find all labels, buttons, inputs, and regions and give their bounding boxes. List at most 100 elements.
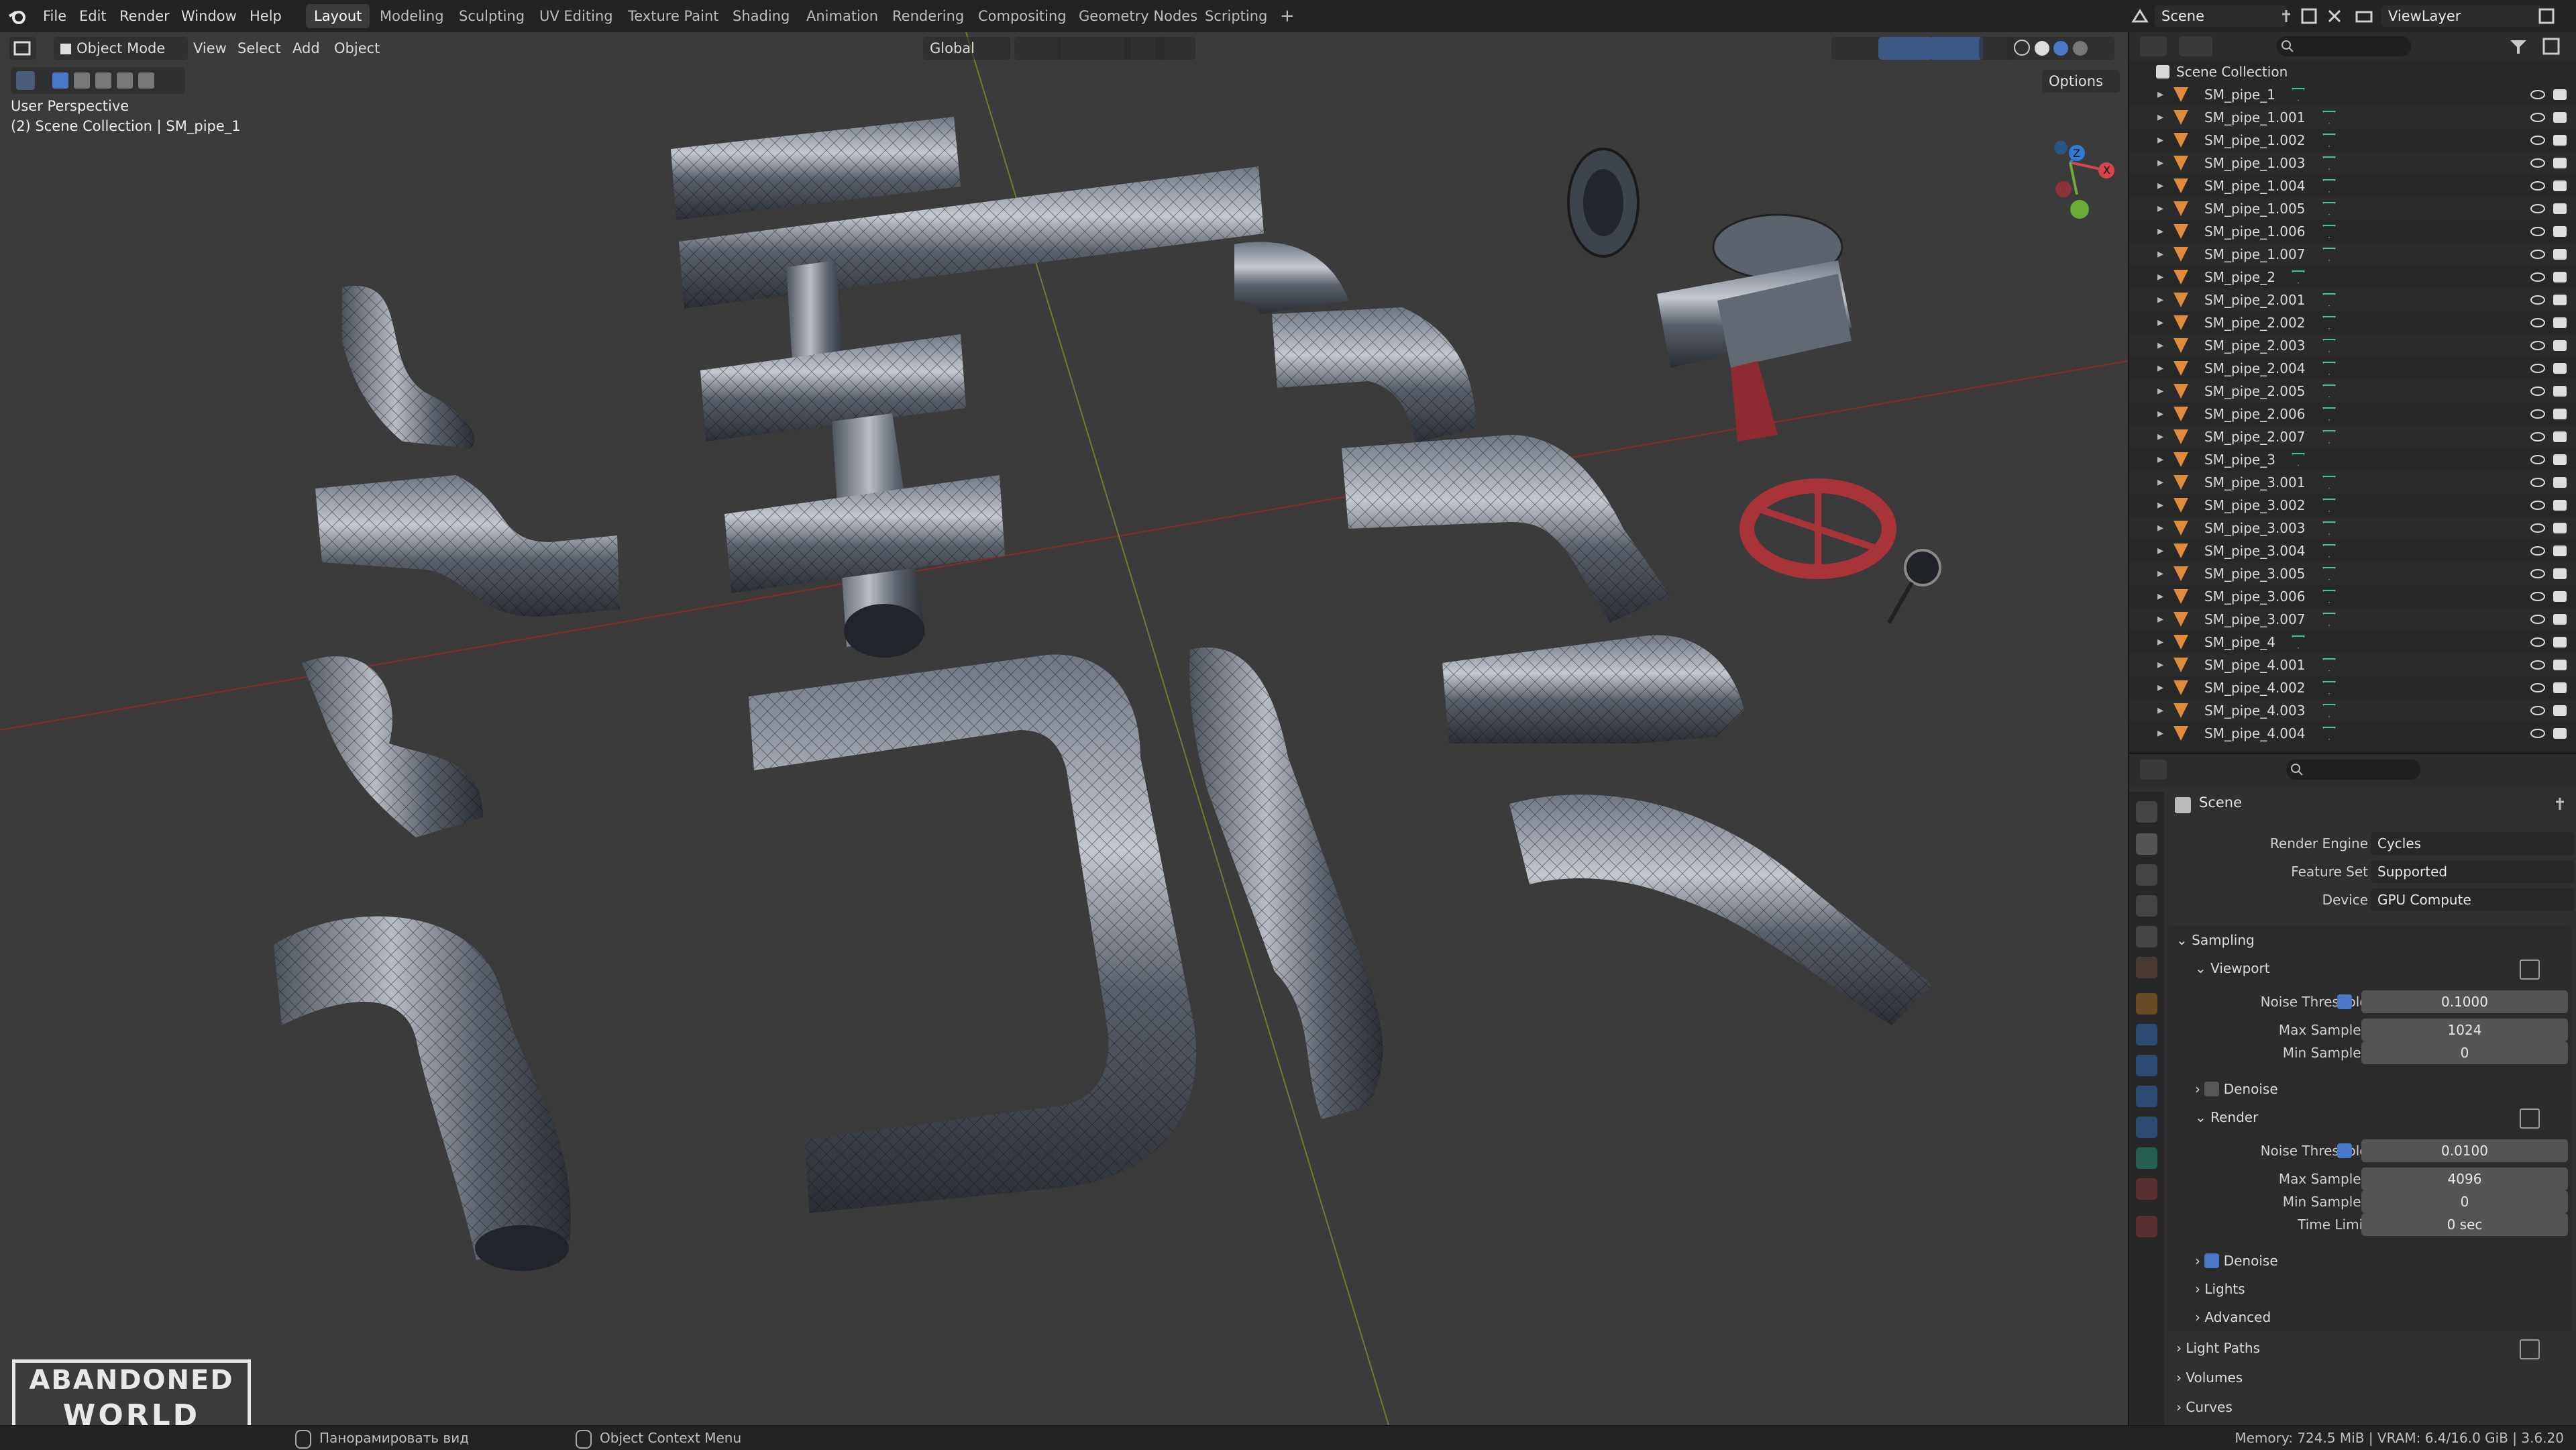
expand-arrow-icon[interactable]: ▸: [2157, 311, 2163, 334]
camera-render-icon[interactable]: [2553, 454, 2567, 465]
camera-render-icon[interactable]: [2553, 112, 2567, 123]
render-time-limit-field[interactable]: 0 sec: [2361, 1213, 2568, 1236]
menu-render[interactable]: Render: [114, 5, 175, 27]
visibility-icon[interactable]: [1831, 37, 1885, 60]
eye-icon[interactable]: [2530, 204, 2545, 213]
expand-arrow-icon[interactable]: ▸: [2157, 83, 2163, 106]
scene-icon[interactable]: [2131, 7, 2149, 25]
outliner-object-row[interactable]: ▸ SM_pipe_4.004: [2129, 722, 2576, 745]
feature-set-dropdown[interactable]: Supported: [2371, 860, 2575, 883]
mesh-data-icon[interactable]: [2292, 88, 2305, 101]
tool-tab-icon[interactable]: [2136, 801, 2157, 823]
render-presets-icon[interactable]: [2520, 1108, 2540, 1129]
display-mode-icon[interactable]: [2179, 36, 2212, 56]
material-tab-icon[interactable]: [2136, 1178, 2157, 1200]
snap-icon[interactable]: [1057, 37, 1131, 60]
eye-icon[interactable]: [2530, 409, 2545, 419]
expand-arrow-icon[interactable]: ▸: [2157, 152, 2163, 174]
pipe-s-bend-2[interactable]: [315, 475, 620, 617]
pin-icon[interactable]: [2278, 8, 2294, 24]
expand-arrow-icon[interactable]: ▸: [2157, 608, 2163, 631]
camera-render-icon[interactable]: [2553, 523, 2567, 533]
mesh-data-icon[interactable]: [2322, 407, 2336, 421]
menu-window[interactable]: Window: [176, 5, 242, 27]
outliner-object-row[interactable]: ▸ SM_pipe_1.006: [2129, 220, 2576, 243]
expand-arrow-icon[interactable]: ▸: [2157, 722, 2163, 745]
wireframe-shading-icon[interactable]: [2014, 40, 2030, 56]
view-layer-selector[interactable]: ViewLayer: [2381, 5, 2542, 27]
eye-icon[interactable]: [2530, 90, 2545, 99]
expand-arrow-icon[interactable]: ▸: [2157, 631, 2163, 654]
eye-icon[interactable]: [2530, 250, 2545, 259]
camera-render-icon[interactable]: [2553, 89, 2567, 100]
viewport-subpanel-header[interactable]: ⌄ Viewport: [2195, 955, 2270, 981]
mesh-data-icon[interactable]: [2322, 521, 2336, 535]
mesh-data-icon[interactable]: [2322, 384, 2336, 398]
mesh-data-icon[interactable]: [2322, 362, 2336, 375]
properties-editor[interactable]: Scene Render Engine Cycles Feature Set S…: [2128, 753, 2576, 1427]
physics-tab-icon[interactable]: [2136, 1086, 2157, 1107]
expand-arrow-icon[interactable]: ▸: [2157, 425, 2163, 448]
camera-render-icon[interactable]: [2553, 409, 2567, 419]
eye-icon[interactable]: [2530, 706, 2545, 715]
rendered-shading-icon[interactable]: [2073, 41, 2088, 56]
new-collection-icon[interactable]: [2540, 36, 2564, 56]
camera-render-icon[interactable]: [2553, 203, 2567, 214]
expand-arrow-icon[interactable]: ▸: [2157, 380, 2163, 403]
eye-icon[interactable]: [2530, 318, 2545, 327]
tab-shading[interactable]: Shading: [724, 4, 798, 28]
eye-icon[interactable]: [2530, 432, 2545, 442]
mesh-data-icon[interactable]: [2292, 635, 2305, 649]
viewport-min-samples-field[interactable]: 0: [2361, 1041, 2568, 1064]
outliner-object-row[interactable]: ▸ SM_pipe_1.002: [2129, 129, 2576, 152]
flange[interactable]: [1567, 148, 1640, 258]
outliner-object-row[interactable]: ▸ SM_pipe_2.002: [2129, 311, 2576, 334]
camera-render-icon[interactable]: [2553, 682, 2567, 693]
editor-type-icon[interactable]: [9, 37, 36, 60]
light-paths-panel[interactable]: › Light Paths: [2176, 1335, 2260, 1361]
properties-editor-type-icon[interactable]: [2140, 760, 2167, 780]
navigation-gizmo[interactable]: X Z: [2019, 106, 2120, 227]
data-tab-icon[interactable]: [2136, 1147, 2157, 1169]
outliner-object-row[interactable]: ▸ SM_pipe_2.007: [2129, 425, 2576, 448]
mesh-data-icon[interactable]: [2322, 316, 2336, 329]
render-noise-threshold-field[interactable]: 0.0100: [2361, 1139, 2568, 1162]
pipe-elbow-2[interactable]: [1342, 435, 1670, 623]
expand-arrow-icon[interactable]: ▸: [2157, 494, 2163, 517]
mesh-data-icon[interactable]: [2322, 476, 2336, 489]
expand-arrow-icon[interactable]: ▸: [2157, 585, 2163, 608]
camera-render-icon[interactable]: [2553, 546, 2567, 556]
device-dropdown[interactable]: GPU Compute: [2371, 888, 2575, 911]
handwheel[interactable]: [1739, 478, 1896, 579]
camera-render-icon[interactable]: [2553, 249, 2567, 260]
outliner[interactable]: Scene Collection ▸ SM_pipe_1 ▸ SM_pipe_1.00…: [2128, 32, 2576, 752]
eye-icon[interactable]: [2530, 227, 2545, 236]
outliner-object-row[interactable]: ▸ SM_pipe_3.003: [2129, 517, 2576, 539]
outliner-object-row[interactable]: ▸ SM_pipe_3.005: [2129, 562, 2576, 585]
mesh-data-icon[interactable]: [2322, 613, 2336, 626]
mesh-data-icon[interactable]: [2322, 134, 2336, 147]
camera-render-icon[interactable]: [2553, 705, 2567, 716]
light-paths-presets-icon[interactable]: [2520, 1339, 2540, 1359]
eye-icon[interactable]: [2530, 272, 2545, 282]
eye-icon[interactable]: [2530, 660, 2545, 670]
mesh-data-icon[interactable]: [2322, 202, 2336, 215]
camera-render-icon[interactable]: [2553, 226, 2567, 237]
scene-selector[interactable]: Scene: [2155, 5, 2286, 27]
texture-tab-icon[interactable]: [2136, 1216, 2157, 1237]
viewport-presets-icon[interactable]: [2520, 960, 2540, 980]
pipe-u-bend[interactable]: [749, 654, 1197, 1213]
scene-tab-icon[interactable]: [2136, 926, 2157, 947]
menu-select[interactable]: Select: [231, 37, 288, 60]
camera-render-icon[interactable]: [2553, 272, 2567, 282]
expand-arrow-icon[interactable]: ▸: [2157, 220, 2163, 243]
mesh-data-icon[interactable]: [2322, 727, 2336, 740]
mesh-data-icon[interactable]: [2322, 430, 2336, 444]
new-scene-icon[interactable]: [2300, 7, 2318, 25]
camera-render-icon[interactable]: [2553, 660, 2567, 670]
outliner-object-row[interactable]: ▸ SM_pipe_1: [2129, 83, 2576, 106]
tab-layout[interactable]: Layout: [306, 4, 370, 28]
outliner-object-row[interactable]: ▸ SM_pipe_2.001: [2129, 289, 2576, 311]
mesh-data-icon[interactable]: [2322, 499, 2336, 512]
menu-file[interactable]: File: [38, 5, 72, 27]
